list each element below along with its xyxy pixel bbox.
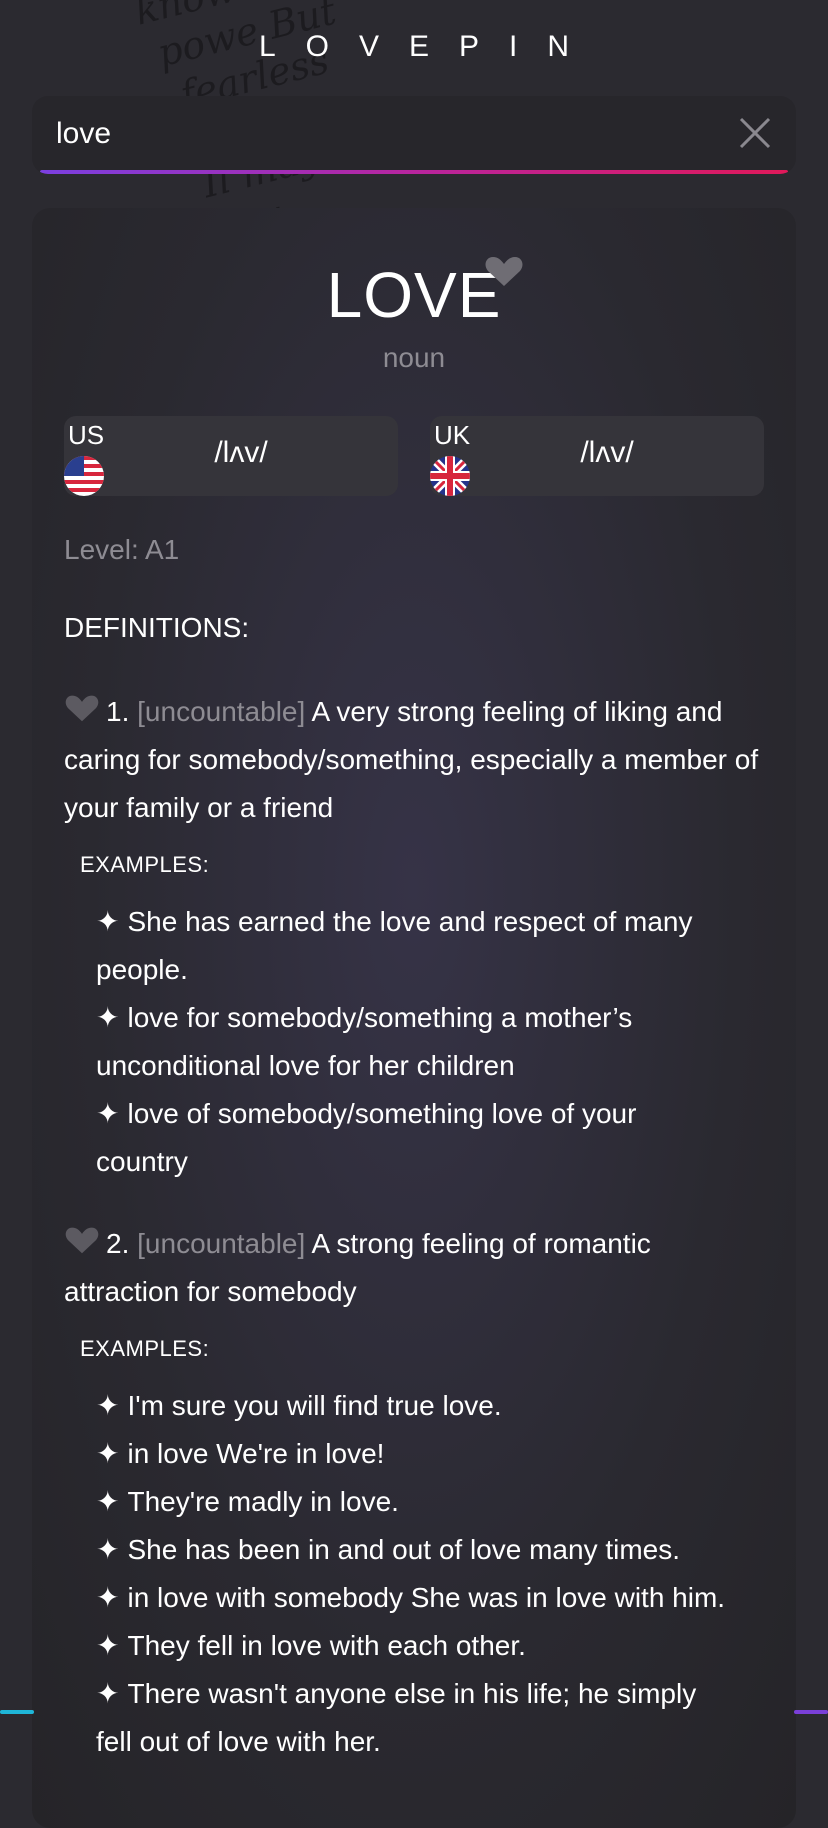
pronunciation-ipa: /lʌv/ [580, 436, 634, 469]
examples-heading: EXAMPLES: [80, 852, 210, 877]
example-item: ✦ in love with somebody She was in love w… [96, 1574, 736, 1622]
example-text: in love with somebody She was in love wi… [127, 1582, 726, 1613]
examples-list: ✦ She has earned the love and respect of … [96, 898, 736, 1186]
heart-icon[interactable] [64, 1225, 100, 1255]
sparkle-icon: ✦ [96, 1582, 120, 1613]
definition-item: 2. [uncountable] A strong feeling of rom… [64, 1220, 764, 1316]
sparkle-icon: ✦ [96, 1486, 120, 1517]
example-item: ✦ I'm sure you will find true love. [96, 1382, 736, 1430]
example-item: ✦ She has earned the love and respect of … [96, 898, 736, 994]
example-item: ✦ love of somebody/something love of your… [96, 1090, 736, 1186]
definition-number: 1. [106, 696, 130, 727]
entry-word: LOVE [326, 259, 502, 331]
example-text: I'm sure you will find true love. [127, 1390, 502, 1421]
sparkle-icon: ✦ [96, 1630, 120, 1661]
example-text: love for somebody/something a mother’s u… [96, 1002, 633, 1081]
sparkle-icon: ✦ [96, 1534, 120, 1565]
example-text: They're madly in love. [127, 1486, 399, 1517]
edge-accent-right [794, 1710, 828, 1714]
definition-item: 1. [uncountable] A very strong feeling o… [64, 688, 764, 832]
app-title: LOVEPIN [258, 30, 600, 63]
search-bar [32, 96, 796, 174]
sparkle-icon: ✦ [96, 1390, 120, 1421]
example-text: There wasn't anyone else in his life; he… [96, 1678, 697, 1757]
definition-tag: [uncountable] [137, 696, 306, 727]
close-icon [739, 117, 771, 149]
search-underline [40, 170, 788, 174]
heart-icon[interactable] [64, 693, 100, 723]
example-text: She has been in and out of love many tim… [127, 1534, 681, 1565]
level-label: Level: A1 [64, 534, 180, 565]
sparkle-icon: ✦ [96, 1098, 120, 1129]
definition-tag: [uncountable] [137, 1228, 306, 1259]
edge-accent-left [0, 1710, 34, 1714]
pronunciation-ipa: /lʌv/ [214, 436, 268, 469]
example-text: They fell in love with each other. [127, 1630, 526, 1661]
example-text: She has earned the love and respect of m… [96, 906, 693, 985]
examples-heading: EXAMPLES: [80, 1336, 210, 1361]
sparkle-icon: ✦ [96, 1678, 120, 1709]
example-item: ✦ There wasn't anyone else in his life; h… [96, 1670, 736, 1766]
example-text: love of somebody/something love of your … [96, 1098, 637, 1177]
sparkle-icon: ✦ [96, 906, 120, 937]
example-item: ✦ in love We're in love! [96, 1430, 736, 1478]
pronunciation-uk-button[interactable]: UK /lʌv/ [430, 416, 764, 496]
search-input[interactable] [32, 96, 738, 172]
example-item: ✦ They're madly in love. [96, 1478, 736, 1526]
examples-list: ✦ I'm sure you will find true love. ✦ in l… [96, 1382, 736, 1766]
example-text: in love We're in love! [127, 1438, 385, 1469]
part-of-speech: noun [382, 342, 446, 373]
clear-search-button[interactable] [732, 110, 778, 156]
example-item: ✦ They fell in love with each other. [96, 1622, 736, 1670]
pronunciation-us-button[interactable]: US /lʌv/ [64, 416, 398, 496]
example-item: ✦ She has been in and out of love many ti… [96, 1526, 736, 1574]
example-item: ✦ love for somebody/something a mother’s … [96, 994, 736, 1090]
heart-icon[interactable] [484, 254, 524, 288]
sparkle-icon: ✦ [96, 1002, 120, 1033]
definition-number: 2. [106, 1228, 130, 1259]
definitions-heading: DEFINITIONS: [64, 612, 250, 643]
word-card: LOVE noun US /lʌv/ UK /lʌv/ Level: A1 DE… [32, 208, 796, 1828]
sparkle-icon: ✦ [96, 1438, 120, 1469]
